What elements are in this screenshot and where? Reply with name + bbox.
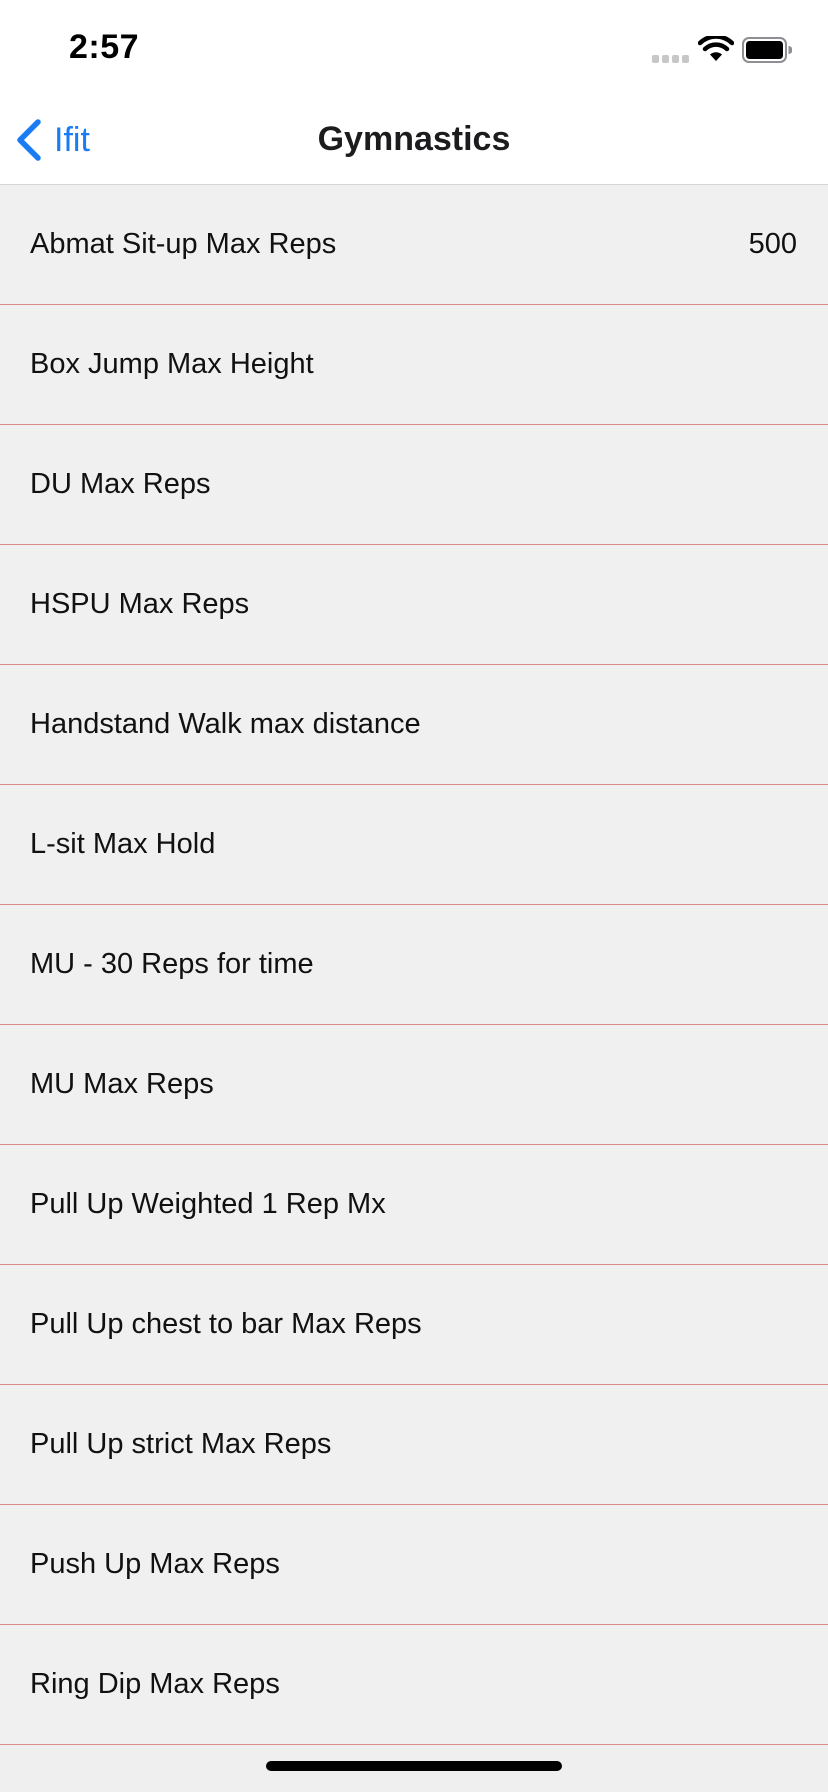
status-bar: 2:57 [0, 0, 828, 96]
battery-icon [742, 37, 792, 63]
list-item-label: Pull Up strict Max Reps [30, 1428, 332, 1460]
list-item[interactable]: Abmat Sit-up Max Reps 500 [0, 185, 828, 305]
list-item-label: Box Jump Max Height [30, 348, 314, 380]
list-item[interactable]: HSPU Max Reps [0, 545, 828, 665]
status-time: 2:57 [69, 28, 140, 66]
list-item-label: MU - 30 Reps for time [30, 948, 314, 980]
list-item[interactable]: MU Max Reps [0, 1025, 828, 1145]
page-title: Gymnastics [317, 120, 511, 158]
list-item-value: 500 [748, 228, 797, 260]
list-item[interactable]: Ring Dip Max Reps [0, 1625, 828, 1745]
navigation-bar: Ifit Gymnastics [0, 96, 828, 185]
list-item-label: Abmat Sit-up Max Reps [30, 228, 337, 260]
list-item-label: DU Max Reps [30, 468, 211, 500]
list-item[interactable]: MU - 30 Reps for time [0, 905, 828, 1025]
exercise-list: Abmat Sit-up Max Reps 500 Box Jump Max H… [0, 185, 828, 1745]
list-item[interactable]: Pull Up strict Max Reps [0, 1385, 828, 1505]
list-item-label: MU Max Reps [30, 1068, 214, 1100]
list-item[interactable]: Handstand Walk max distance [0, 665, 828, 785]
list-item[interactable]: L-sit Max Hold [0, 785, 828, 905]
home-indicator[interactable] [266, 1761, 562, 1771]
list-item-label: HSPU Max Reps [30, 588, 250, 620]
list-item[interactable]: Pull Up Weighted 1 Rep Mx [0, 1145, 828, 1265]
wifi-icon [698, 36, 734, 61]
list-item-label: Ring Dip Max Reps [30, 1668, 280, 1700]
cellular-signal-icon [652, 53, 692, 63]
list-item-label: Push Up Max Reps [30, 1548, 280, 1580]
list-item[interactable]: Box Jump Max Height [0, 305, 828, 425]
list-item[interactable]: Pull Up chest to bar Max Reps [0, 1265, 828, 1385]
list-item[interactable]: DU Max Reps [0, 425, 828, 545]
list-item-label: L-sit Max Hold [30, 828, 216, 860]
list-item-label: Pull Up chest to bar Max Reps [30, 1308, 422, 1340]
list-item[interactable]: Push Up Max Reps [0, 1505, 828, 1625]
list-item-label: Pull Up Weighted 1 Rep Mx [30, 1188, 386, 1220]
list-item-label: Handstand Walk max distance [30, 708, 421, 740]
